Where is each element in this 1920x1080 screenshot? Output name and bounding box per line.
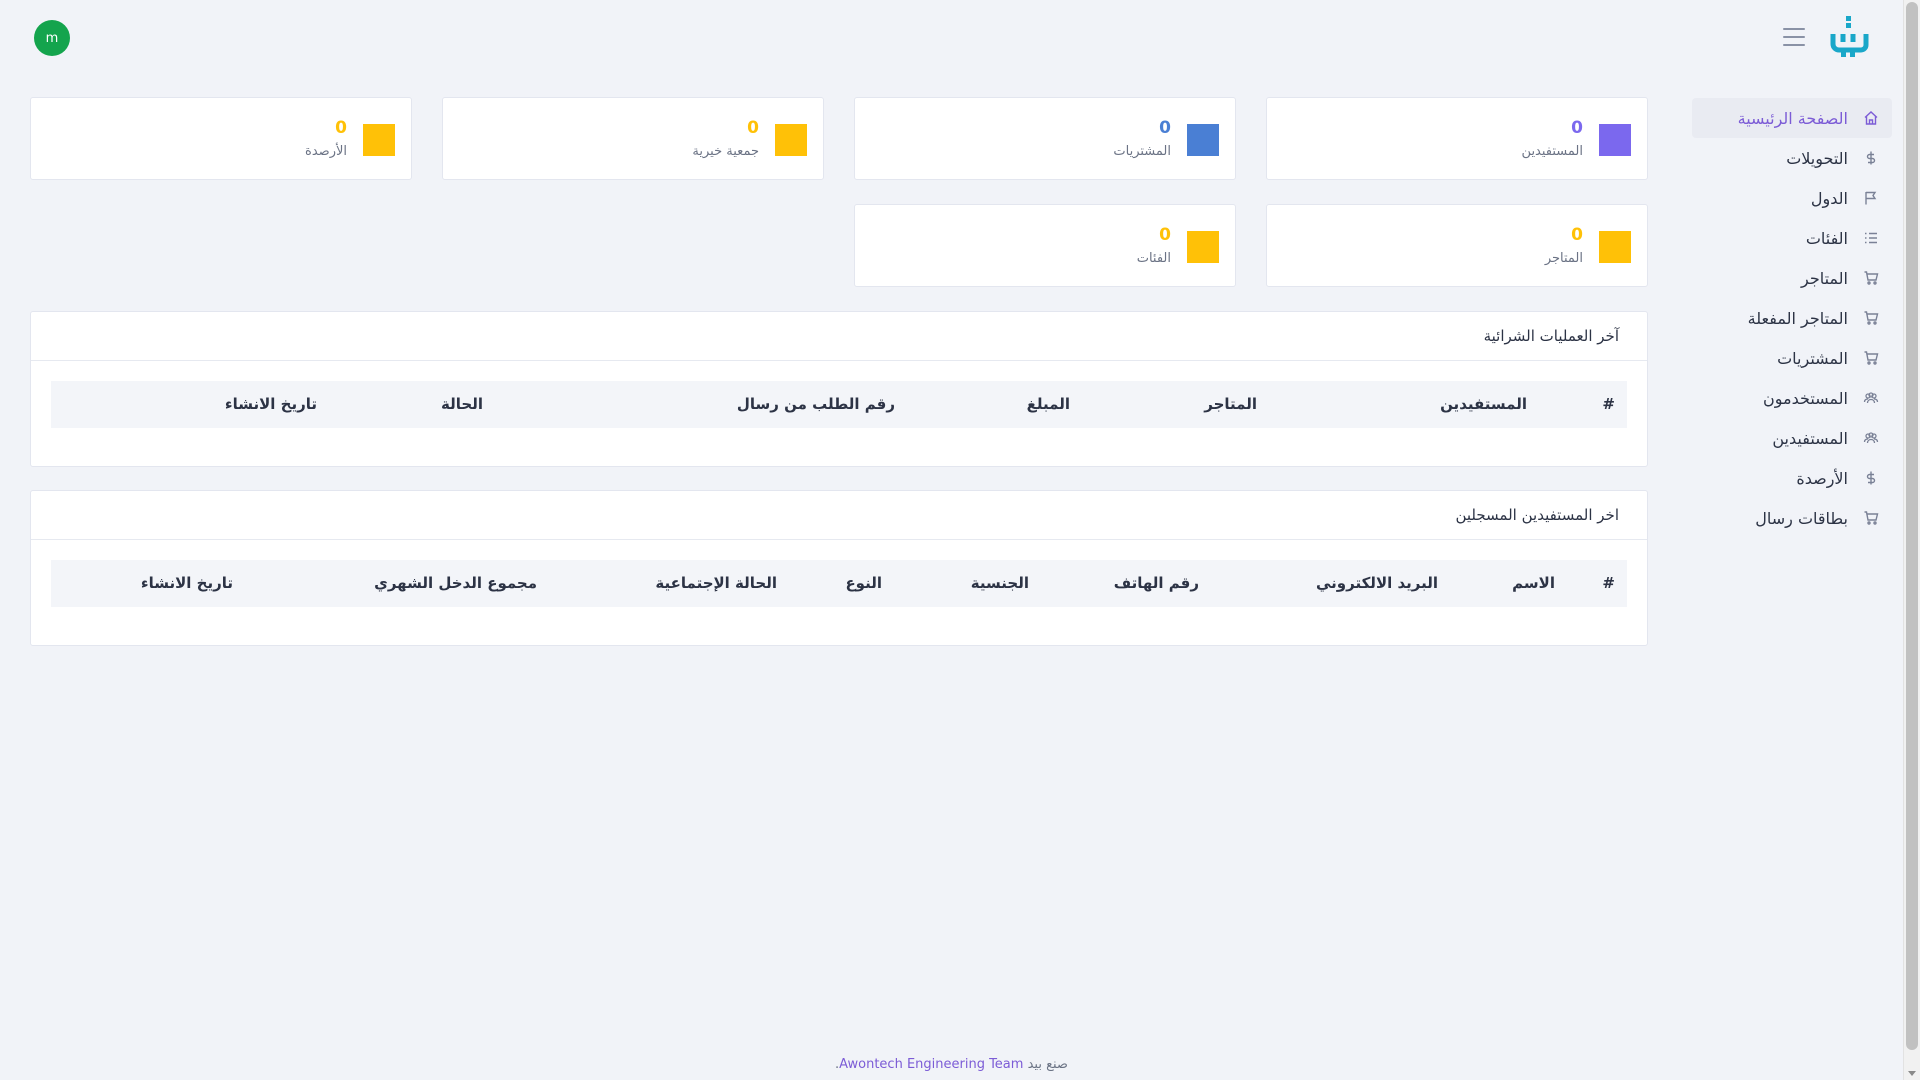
column-header[interactable]: الاسم	[1512, 574, 1555, 592]
sidebar-item-label: التحويلات	[1786, 148, 1848, 168]
sidebar-item-label: الأرصدة	[1796, 468, 1848, 488]
dollar-icon	[1862, 149, 1880, 167]
sidebar-item-label: المشتريات	[1777, 348, 1848, 368]
sidebar-item-4[interactable]: المتاجر	[1692, 258, 1892, 298]
column-header[interactable]: الحالة	[441, 395, 483, 413]
cart-icon	[1862, 269, 1880, 287]
scroll-down-arrow[interactable]	[1908, 1071, 1916, 1076]
sidebar-item-1[interactable]: التحويلات	[1692, 138, 1892, 178]
stat-label: جمعية خيرية	[692, 144, 759, 159]
sidebar-item-label: بطاقات رسال	[1755, 508, 1848, 528]
list-icon	[1862, 229, 1880, 247]
column-header[interactable]: رقم الطلب من رسال	[737, 395, 895, 413]
user-avatar[interactable]: m	[34, 20, 70, 56]
beneficiaries-table-header: # الاسم البريد الالكتروني رقم الهاتف الج…	[51, 560, 1627, 607]
sidebar-item-label: الصفحة الرئيسية	[1737, 108, 1848, 128]
stat-card-stores[interactable]: 0 المتاجر	[1266, 204, 1648, 287]
stat-value: 0	[1571, 118, 1583, 138]
stat-card-categories[interactable]: 0 الفئات	[854, 204, 1236, 287]
home-icon	[1862, 109, 1880, 127]
sidebar-item-5[interactable]: المتاجر المفعلة	[1692, 298, 1892, 338]
stat-label: المتاجر	[1544, 251, 1583, 266]
column-header[interactable]: الحالة الإجتماعية	[655, 574, 777, 592]
panel-title: اخر المستفيدين المسجلين	[31, 491, 1647, 540]
column-header[interactable]: المتاجر	[1204, 395, 1257, 413]
flag-icon	[1862, 189, 1880, 207]
sidebar-item-label: المستخدمون	[1763, 388, 1848, 408]
top-bar: m	[0, 0, 1903, 76]
sidebar-item-2[interactable]: الدول	[1692, 178, 1892, 218]
sidebar-item-8[interactable]: المستفيدين	[1692, 418, 1892, 458]
stat-swatch	[363, 124, 395, 156]
stat-card-beneficiaries[interactable]: 0 المستفيدين	[1266, 97, 1648, 180]
sidebar-item-3[interactable]: الفئات	[1692, 218, 1892, 258]
stat-value: 0	[1159, 225, 1171, 245]
column-header[interactable]: الجنسية	[971, 574, 1029, 592]
column-header[interactable]: البريد الالكتروني	[1316, 574, 1438, 592]
sidebar-item-9[interactable]: الأرصدة	[1692, 458, 1892, 498]
latest-beneficiaries-panel: اخر المستفيدين المسجلين # الاسم البريد ا…	[30, 490, 1648, 646]
sidebar-item-7[interactable]: المستخدمون	[1692, 378, 1892, 418]
stat-card-charity[interactable]: 0 جمعية خيرية	[442, 97, 824, 180]
column-header[interactable]: رقم الهاتف	[1114, 574, 1199, 592]
stat-swatch	[1187, 124, 1219, 156]
cart-icon	[1862, 509, 1880, 527]
footer-link[interactable]: Awontech Engineering Team	[839, 1057, 1023, 1072]
sidebar-item-6[interactable]: المشتريات	[1692, 338, 1892, 378]
stat-swatch	[1599, 231, 1631, 263]
column-header[interactable]: مجموع الدخل الشهري	[374, 574, 537, 592]
sidebar-item-label: الفئات	[1805, 228, 1848, 248]
stat-label: المشتريات	[1113, 144, 1171, 159]
stat-card-balances[interactable]: 0 الأرصدة	[30, 97, 412, 180]
stat-value: 0	[747, 118, 759, 138]
footer: صنع بيد Awontech Engineering Team.	[0, 1057, 1903, 1072]
stat-label: المستفيدين	[1521, 144, 1583, 159]
users-icon	[1862, 389, 1880, 407]
sidebar-item-10[interactable]: بطاقات رسال	[1692, 498, 1892, 538]
dollar-icon	[1862, 469, 1880, 487]
cart-icon	[1862, 309, 1880, 327]
brand-logo-icon[interactable]	[1829, 14, 1869, 60]
sidebar-item-label: الدول	[1810, 188, 1848, 208]
latest-purchases-panel: آخر العمليات الشرائية # المستفيدين المتا…	[30, 311, 1648, 467]
stat-label: الفئات	[1136, 251, 1171, 266]
sidebar-item-label: المتاجر	[1801, 268, 1848, 288]
column-header[interactable]: تاريخ الانشاء	[141, 574, 233, 592]
stat-value: 0	[1159, 118, 1171, 138]
avatar-letter: m	[45, 30, 59, 46]
stat-card-purchases[interactable]: 0 المشتريات	[854, 97, 1236, 180]
users-icon	[1862, 429, 1880, 447]
purchases-table-header: # المستفيدين المتاجر المبلغ رقم الطلب من…	[51, 381, 1627, 428]
stat-swatch	[775, 124, 807, 156]
sidebar-item-0[interactable]: الصفحة الرئيسية	[1692, 98, 1892, 138]
page-scrollbar[interactable]	[1903, 0, 1920, 1080]
hamburger-menu-icon[interactable]	[1783, 28, 1805, 46]
stat-swatch	[1599, 124, 1631, 156]
stat-label: الأرصدة	[305, 144, 347, 159]
column-header[interactable]: المبلغ	[1027, 395, 1070, 413]
sidebar: الصفحة الرئيسية التحويلات الدول الفئات المتا…	[1692, 98, 1892, 538]
stat-value: 0	[335, 118, 347, 138]
column-header[interactable]: #	[1602, 574, 1615, 592]
cart-icon	[1862, 349, 1880, 367]
stat-swatch	[1187, 231, 1219, 263]
column-header[interactable]: النوع	[845, 574, 882, 592]
stat-value: 0	[1571, 225, 1583, 245]
column-header[interactable]: المستفيدين	[1440, 395, 1527, 413]
sidebar-item-label: المستفيدين	[1772, 428, 1848, 448]
column-header[interactable]: #	[1602, 395, 1615, 413]
scrollbar-thumb[interactable]	[1906, 2, 1918, 1050]
footer-prefix: صنع بيد	[1027, 1057, 1068, 1072]
column-header[interactable]: تاريخ الانشاء	[225, 395, 317, 413]
sidebar-item-label: المتاجر المفعلة	[1747, 308, 1848, 328]
panel-title: آخر العمليات الشرائية	[31, 312, 1647, 361]
